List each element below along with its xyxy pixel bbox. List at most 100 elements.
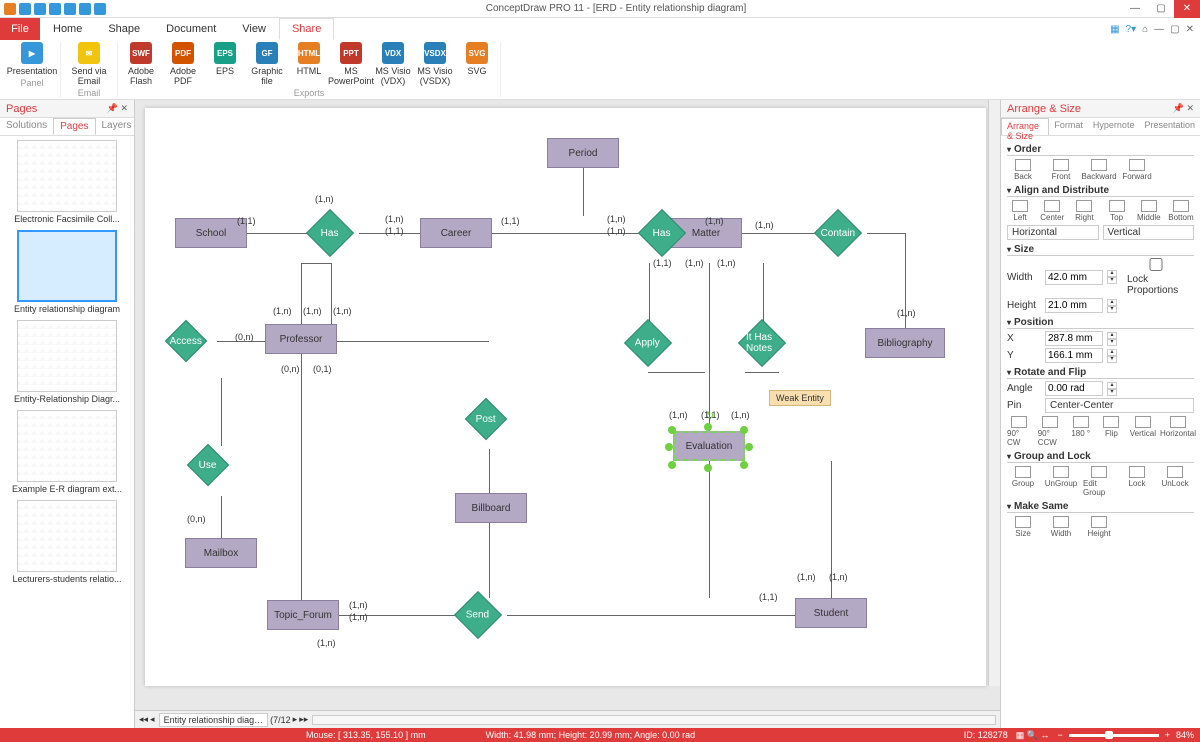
width-spinner[interactable]: ▴▾ [1107,270,1117,284]
tab-nav-prev[interactable]: ◂ [150,714,155,725]
zoom-slider[interactable] [1069,734,1159,737]
close-button[interactable]: ✕ [1174,0,1200,18]
page-thumb[interactable]: Entity-Relationship Diagr... [4,320,130,404]
diagram-canvas[interactable]: PeriodSchoolCareerMatterProfessorBibliog… [145,108,986,686]
selection-handle[interactable] [668,426,676,434]
sub-close-icon[interactable]: ✕ [1186,24,1194,35]
pin-dropdown[interactable]: Center-Center [1045,398,1194,413]
active-sheet-tab[interactable]: Entity relationship diag… [159,713,269,727]
relation-post[interactable]: Post [465,398,507,440]
home-icon[interactable]: ⌂ [1142,24,1148,35]
open-icon[interactable] [34,3,46,15]
relation-send[interactable]: Send [454,591,502,639]
export-svg[interactable]: SVGSVG [458,42,496,86]
export-vdx[interactable]: VDXMS Visio (VDX) [374,42,412,86]
selection-handle[interactable] [704,423,712,431]
page-thumb[interactable]: Electronic Facsimile Coll... [4,140,130,224]
selection-handle[interactable] [704,464,712,472]
width-input[interactable] [1045,270,1103,285]
pages-tab-pages[interactable]: Pages [53,118,95,135]
align-bottom[interactable]: Bottom [1168,200,1194,222]
position-section[interactable]: Position [1007,317,1194,329]
makesame-size[interactable]: Size [1007,516,1039,538]
align-top[interactable]: Top [1104,200,1130,222]
vertical-scrollbar[interactable] [988,100,1000,686]
x-input[interactable] [1045,331,1103,346]
zoom-in-button[interactable]: + [1165,730,1170,740]
sub-max-icon[interactable]: ▢ [1170,24,1179,35]
rotate-flip[interactable]: Flip [1099,416,1124,447]
zoom-out-button[interactable]: − [1057,730,1062,740]
maximize-button[interactable]: ▢ [1148,0,1174,18]
angle-spinner[interactable]: ▴▾ [1107,382,1117,396]
rotate-vertical[interactable]: Vertical [1130,416,1156,447]
align-middle[interactable]: Middle [1136,200,1162,222]
makesame-height[interactable]: Height [1083,516,1115,538]
align-center[interactable]: Center [1039,200,1065,222]
pin-close-icons-right[interactable]: 📌 ✕ [1173,103,1194,114]
tab-nav-last[interactable]: ▸▸ [299,714,308,725]
rotate-horizontal[interactable]: Horizontal [1162,416,1194,447]
align-left[interactable]: Left [1007,200,1033,222]
rotate-ccw[interactable]: 90° CCW [1038,416,1063,447]
sub-min-icon[interactable]: — [1154,24,1164,35]
arrange-tab-format[interactable]: Format [1049,118,1088,135]
presentation-button[interactable]: ▶ Presentation [8,42,56,76]
export-vsdx[interactable]: VSDXMS Visio (VSDX) [416,42,454,86]
rotate-[interactable]: 180 ° [1068,416,1093,447]
x-spinner[interactable]: ▴▾ [1107,332,1117,346]
menu-home[interactable]: Home [40,18,95,40]
export-swf[interactable]: SWFAdobe Flash [122,42,160,86]
tab-nav-next[interactable]: ▸ [293,714,298,725]
save-icon[interactable] [79,3,91,15]
page-thumb[interactable]: Entity relationship diagram [4,230,130,314]
arrange-tab-hypernote[interactable]: Hypernote [1088,118,1140,135]
export-ppt[interactable]: PPTMS PowerPoint [332,42,370,86]
rotate-section[interactable]: Rotate and Flip [1007,367,1194,379]
align-right[interactable]: Right [1071,200,1097,222]
relation-use[interactable]: Use [187,444,229,486]
group-unlock[interactable]: UnLock [1159,466,1191,497]
height-input[interactable] [1045,298,1103,313]
y-spinner[interactable]: ▴▾ [1107,349,1117,363]
selection-handle[interactable] [740,426,748,434]
relation-has1[interactable]: Has [306,209,354,257]
order-forward[interactable]: Forward [1121,159,1153,181]
export-gf[interactable]: GFGraphic file [248,42,286,86]
export-html[interactable]: HTMLHTML [290,42,328,86]
arrange-tab-arrangesize[interactable]: Arrange & Size [1001,118,1049,135]
export-eps[interactable]: EPSEPS [206,42,244,86]
group-group[interactable]: Group [1007,466,1039,497]
angle-input[interactable] [1045,381,1103,396]
tab-nav-first[interactable]: ◂◂ [139,714,148,725]
new-icon[interactable] [19,3,31,15]
export-pdf[interactable]: PDFAdobe PDF [164,42,202,86]
pin-close-icons[interactable]: 📌 ✕ [107,103,128,114]
entity-topic[interactable]: Topic_Forum [267,600,339,630]
order-front[interactable]: Front [1045,159,1077,181]
group-section[interactable]: Group and Lock [1007,451,1194,463]
horizontal-dist-dropdown[interactable]: Horizontal [1007,225,1099,240]
send-email-button[interactable]: ✉ Send via Email [65,42,113,86]
relation-contain[interactable]: Contain [814,209,862,257]
redo-icon[interactable] [64,3,76,15]
pages-tab-layers[interactable]: Layers [96,118,138,135]
entity-bibliography[interactable]: Bibliography [865,328,945,358]
selection-handle[interactable] [665,443,673,451]
makesame-width[interactable]: Width [1045,516,1077,538]
rotate-cw[interactable]: 90° CW [1007,416,1032,447]
group-editgroup[interactable]: Edit Group [1083,466,1115,497]
entity-professor[interactable]: Professor [265,324,337,354]
entity-billboard[interactable]: Billboard [455,493,527,523]
makesame-section[interactable]: Make Same [1007,501,1194,513]
group-ungroup[interactable]: UnGroup [1045,466,1077,497]
group-lock[interactable]: Lock [1121,466,1153,497]
pages-tab-solutions[interactable]: Solutions [0,118,53,135]
relation-access[interactable]: Access [165,320,207,362]
help-icon[interactable]: ?▾ [1126,24,1137,35]
entity-mailbox[interactable]: Mailbox [185,538,257,568]
menu-document[interactable]: Document [153,18,229,40]
arrange-tab-presentation[interactable]: Presentation [1139,118,1200,135]
order-section[interactable]: Order [1007,144,1194,156]
page-thumb[interactable]: Lecturers-students relatio... [4,500,130,584]
